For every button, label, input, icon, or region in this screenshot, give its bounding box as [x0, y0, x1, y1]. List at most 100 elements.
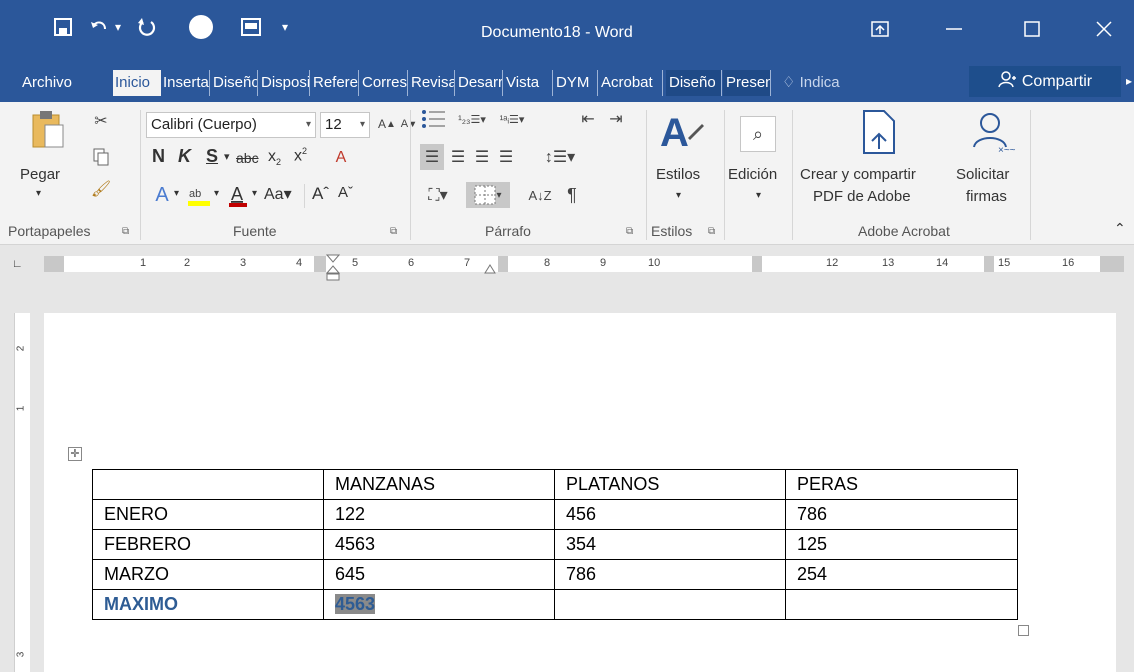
tab-insertar[interactable]: Insertar — [163, 70, 210, 96]
clear-formatting-icon[interactable]: A — [330, 146, 352, 170]
font-size-combo[interactable]: 12 ▾ — [320, 112, 370, 138]
superscript-icon[interactable]: x2 — [294, 146, 307, 165]
max-value-cell[interactable]: 4563 — [323, 589, 555, 620]
table-header-cell[interactable] — [92, 469, 324, 500]
paste-dropdown-icon[interactable]: ▾ — [36, 188, 41, 199]
multilevel-list-icon[interactable]: ¹ᵃᵢ☰▾ — [494, 108, 530, 130]
table-cell[interactable]: 122 — [323, 499, 555, 530]
table-cell[interactable]: 456 — [554, 499, 786, 530]
tab-diseno[interactable]: Diseño — [213, 70, 258, 96]
table-cell[interactable]: 254 — [785, 559, 1018, 590]
clipboard-launcher-icon[interactable]: ⧉ — [122, 226, 129, 237]
grow-font-a-icon[interactable]: Aˆ — [312, 184, 329, 204]
close-icon[interactable] — [1084, 14, 1124, 44]
justify-icon[interactable]: ☰ — [494, 144, 518, 170]
tell-me-box[interactable]: ♢ Indica — [782, 70, 882, 96]
table-move-handle-icon[interactable]: ✛ — [68, 447, 82, 461]
tab-archivo[interactable]: Archivo — [22, 70, 96, 96]
column-marker[interactable] — [314, 256, 326, 272]
maximize-icon[interactable] — [1012, 14, 1052, 44]
minimize-icon[interactable] — [934, 14, 974, 44]
tab-dym[interactable]: DYM — [556, 70, 598, 96]
paste-label[interactable]: Pegar — [20, 166, 60, 183]
change-case-icon[interactable]: Aa▾ — [264, 184, 292, 204]
create-pdf-label-line1[interactable]: Crear y compartir — [800, 166, 916, 183]
right-indent-marker-icon[interactable] — [484, 262, 496, 276]
table-cell[interactable]: 645 — [323, 559, 555, 590]
font-color-dropdown-icon[interactable]: ▾ — [252, 188, 257, 199]
customize-qat-icon[interactable]: ▾ — [270, 12, 300, 42]
column-marker[interactable] — [498, 256, 508, 272]
styles-launcher-icon[interactable]: ⧉ — [708, 226, 715, 237]
italic-button[interactable]: K — [178, 146, 191, 167]
tab-referencias[interactable]: Referencias — [313, 70, 359, 96]
undo-dropdown-icon[interactable]: ▾ — [110, 12, 126, 42]
share-button[interactable]: Compartir — [969, 66, 1121, 97]
font-color-icon[interactable]: A — [226, 182, 250, 208]
column-marker[interactable] — [752, 256, 762, 272]
shrink-font-icon[interactable]: A ▼ — [398, 112, 420, 136]
styles-label[interactable]: Estilos — [656, 166, 700, 183]
cut-icon[interactable]: ✂ — [90, 110, 112, 132]
paragraph-launcher-icon[interactable]: ⧉ — [626, 226, 633, 237]
strikethrough-button[interactable]: abc — [236, 150, 259, 166]
search-icon[interactable]: ⌕ — [740, 116, 776, 152]
underline-button[interactable]: S — [206, 146, 218, 167]
tab-acrobat[interactable]: Acrobat — [601, 70, 663, 96]
styles-dropdown-icon[interactable]: ▾ — [676, 190, 681, 201]
table-cell[interactable]: MARZO — [92, 559, 324, 590]
line-spacing-icon[interactable]: ↕☰▾ — [540, 144, 580, 170]
table-header-cell[interactable]: PLATANOS — [554, 469, 786, 500]
table-cell[interactable]: 125 — [785, 529, 1018, 560]
table-resize-handle[interactable] — [1018, 625, 1029, 636]
data-table[interactable]: MANZANAS PLATANOS PERAS ENERO 122 456 78… — [92, 469, 1018, 620]
borders-icon[interactable]: ▾ — [466, 182, 510, 208]
increase-indent-icon[interactable]: ⇥ — [604, 108, 628, 130]
tab-selector-icon[interactable]: ∟ — [12, 258, 30, 274]
paste-icon[interactable] — [30, 108, 66, 150]
request-signatures-label-line1[interactable]: Solicitar — [956, 166, 1009, 183]
copy-icon[interactable] — [90, 146, 112, 168]
table-cell[interactable]: 4563 — [323, 529, 555, 560]
tab-correspondencia[interactable]: Correspondencia — [362, 70, 408, 96]
create-pdf-label-line2[interactable]: PDF de Adobe — [813, 188, 911, 205]
shrink-font-a-icon[interactable]: Aˇ — [338, 184, 353, 201]
tab-inicio[interactable]: Inicio — [113, 70, 161, 96]
table-header-cell[interactable]: PERAS — [785, 469, 1018, 500]
tab-desarrollador[interactable]: Desarrollador — [458, 70, 503, 96]
highlight-dropdown-icon[interactable]: ▾ — [214, 188, 219, 199]
collapse-ribbon-icon[interactable]: ⌃ — [1114, 220, 1126, 237]
table-cell[interactable] — [554, 589, 786, 620]
vertical-ruler[interactable]: 2 1 3 — [14, 313, 30, 672]
text-effects-dropdown-icon[interactable]: ▾ — [174, 188, 179, 199]
redo-icon[interactable] — [132, 12, 162, 42]
bold-button[interactable]: N — [152, 146, 165, 167]
max-label-cell[interactable]: MAXIMO — [92, 589, 324, 620]
editing-dropdown-icon[interactable]: ▾ — [756, 190, 761, 201]
table-header-cell[interactable]: MANZANAS — [323, 469, 555, 500]
sort-icon[interactable]: A↓Z — [528, 182, 552, 208]
ruler-track[interactable]: 1 2 3 4 5 6 7 8 9 10 12 13 14 15 16 — [44, 254, 1124, 281]
tab-table-layout[interactable]: Presentación — [723, 70, 771, 96]
bullets-icon[interactable] — [420, 108, 450, 130]
editing-label[interactable]: Edición — [728, 166, 777, 183]
table-cell[interactable] — [785, 589, 1018, 620]
window-layout-icon[interactable] — [236, 12, 266, 42]
align-left-icon[interactable]: ☰ — [420, 144, 444, 170]
subscript-icon[interactable]: x2 — [268, 148, 281, 167]
show-formatting-icon[interactable]: ¶ — [560, 182, 584, 208]
tab-disposicion[interactable]: Disposición — [261, 70, 310, 96]
highlight-icon[interactable]: ab — [186, 182, 212, 208]
table-cell[interactable]: FEBRERO — [92, 529, 324, 560]
tab-revisar[interactable]: Revisar — [411, 70, 455, 96]
table-cell[interactable]: 786 — [554, 559, 786, 590]
table-cell[interactable]: 786 — [785, 499, 1018, 530]
indent-marker-icon[interactable] — [325, 254, 341, 281]
column-marker[interactable] — [984, 256, 994, 272]
create-pdf-icon[interactable] — [858, 108, 900, 156]
decrease-indent-icon[interactable]: ⇤ — [576, 108, 600, 130]
ribbon-display-options-icon[interactable] — [860, 14, 900, 44]
grow-font-icon[interactable]: A ▲ — [376, 112, 398, 136]
text-effects-icon[interactable]: A — [150, 182, 174, 208]
save-icon[interactable] — [48, 12, 78, 42]
